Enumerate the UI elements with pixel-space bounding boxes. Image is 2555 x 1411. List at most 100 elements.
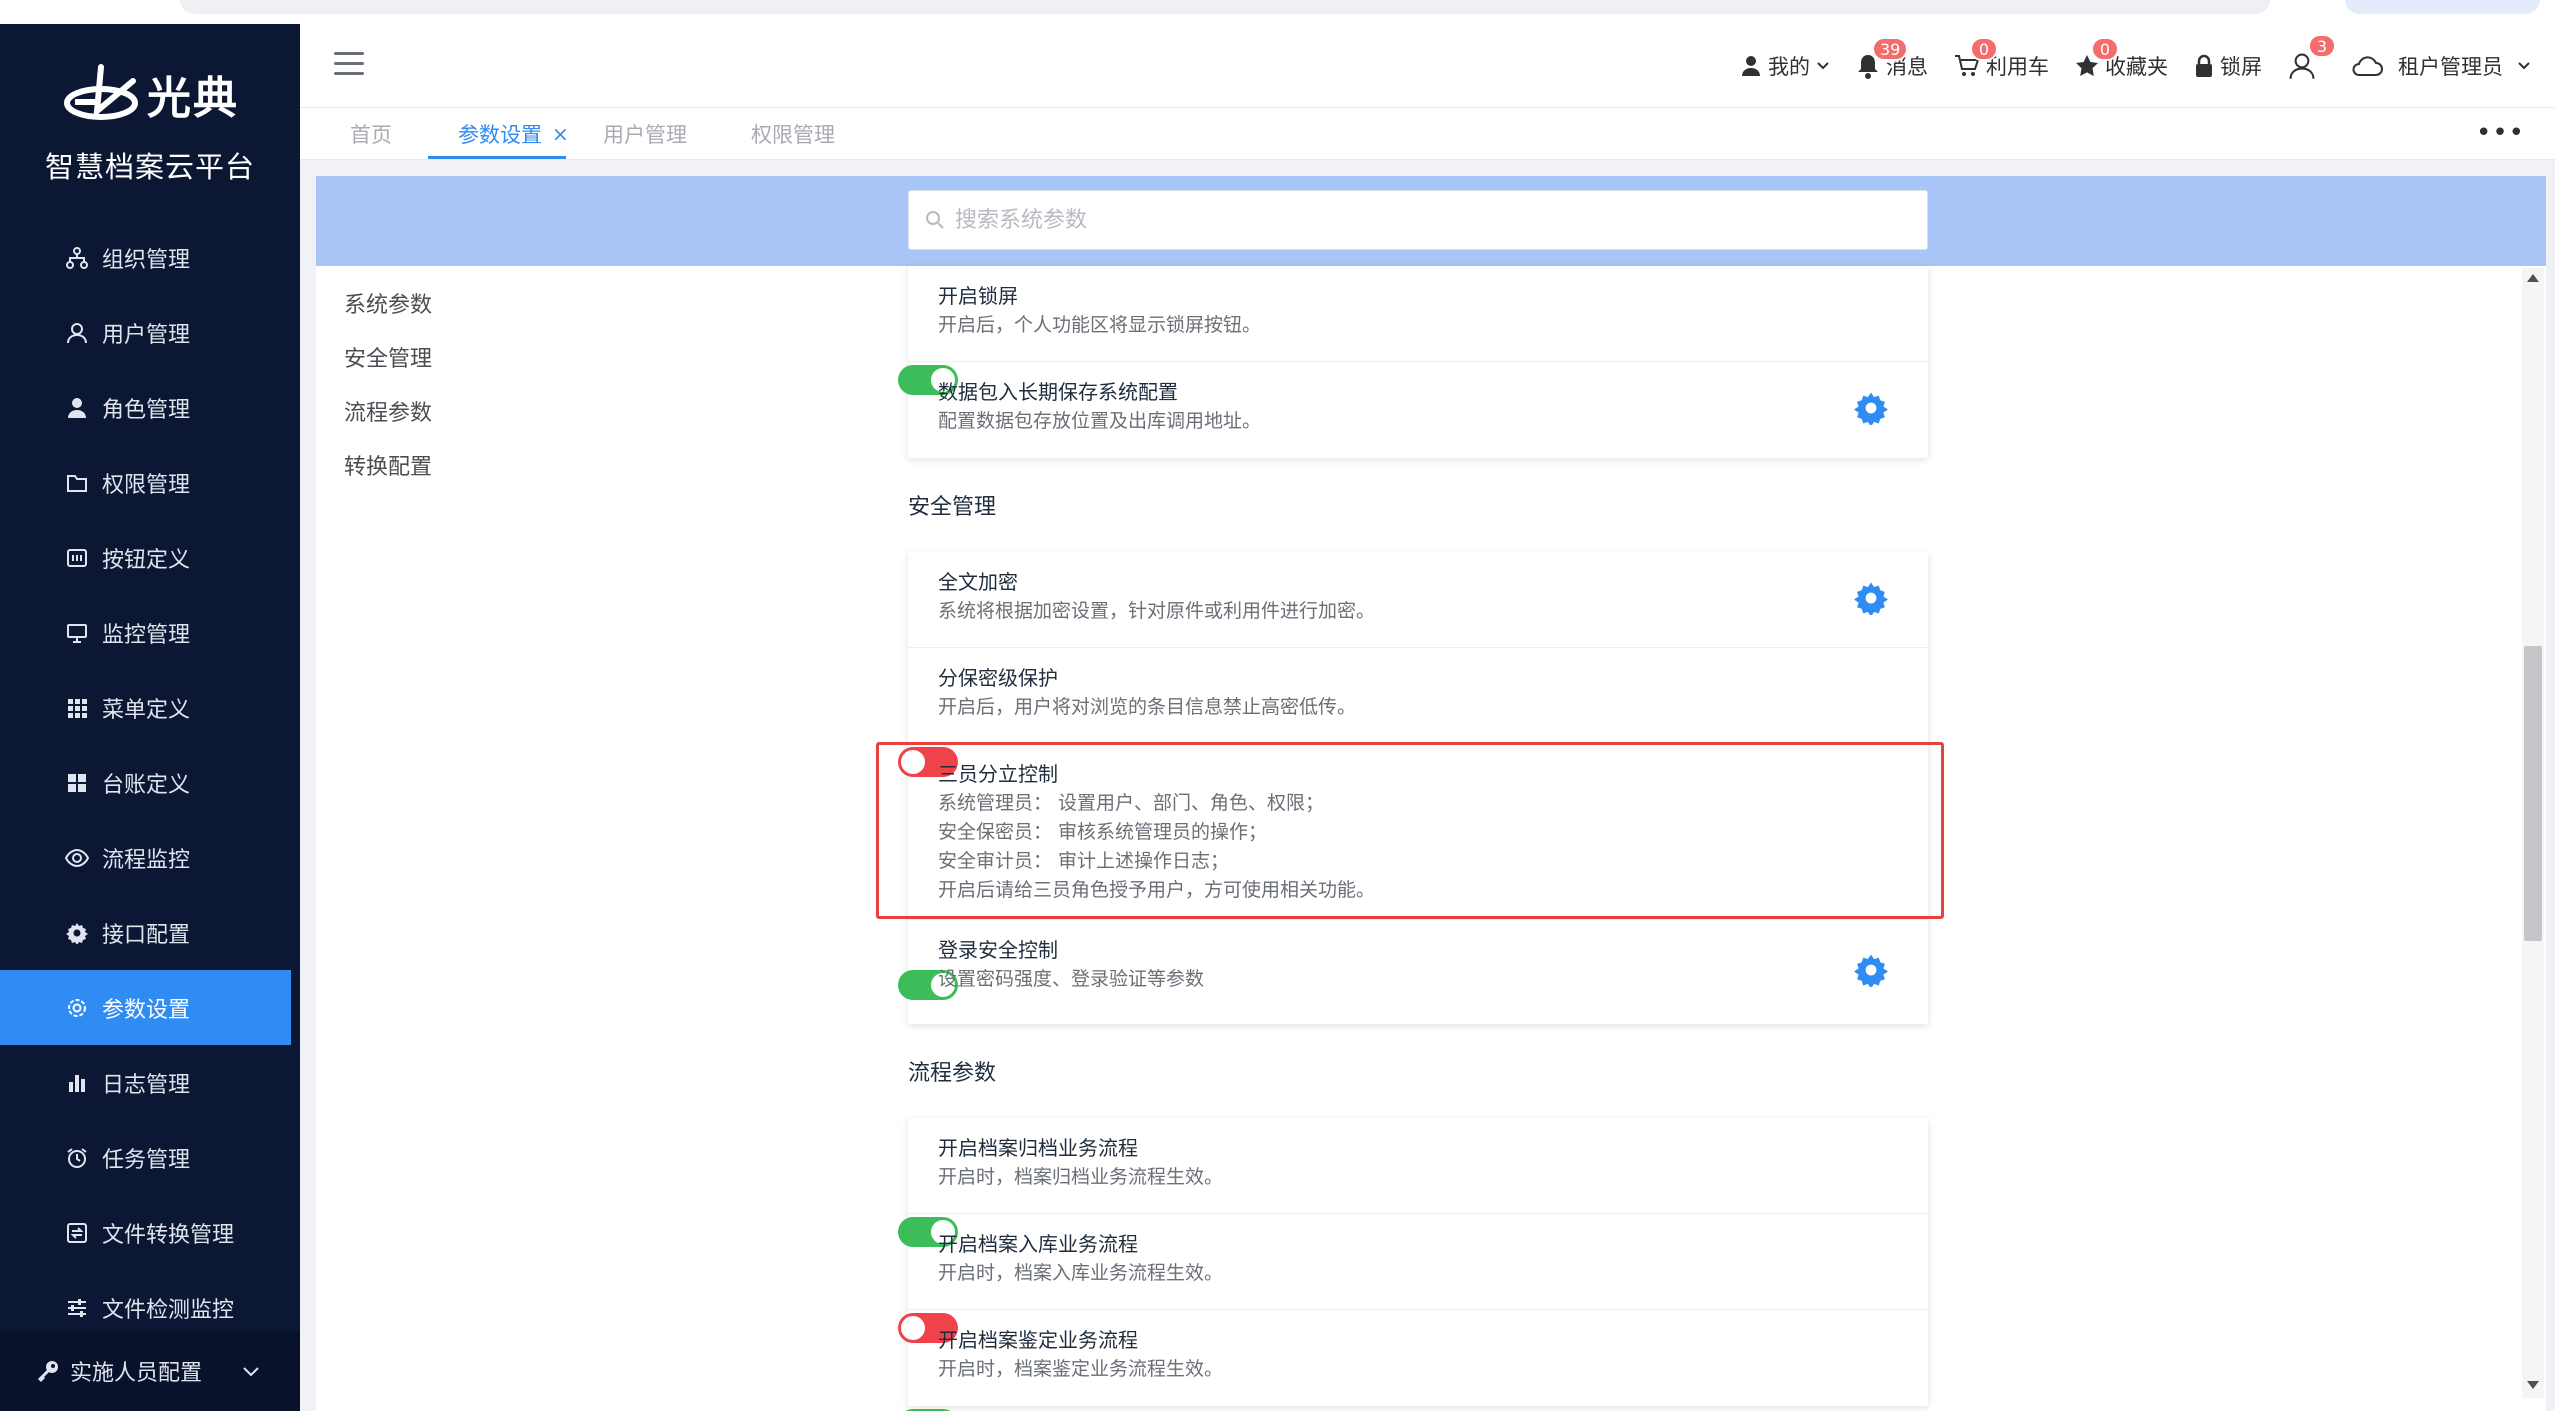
- tenant-dropdown[interactable]: 租户管理员: [2350, 51, 2531, 81]
- sidebar-item-label: 实施人员配置: [70, 1361, 203, 1386]
- brand: 光典 智慧档案云平台: [0, 24, 300, 224]
- button-icon: [64, 545, 90, 571]
- param-desc: 安全审计员： 审计上述操作日志；: [938, 850, 1230, 872]
- param-desc: 开启时，档案鉴定业务流程生效。: [938, 1358, 1224, 1380]
- tab-permissions[interactable]: 权限管理: [751, 108, 835, 160]
- sidebar-item-interface[interactable]: 接口配置: [0, 895, 300, 970]
- param-desc: 开启后，个人功能区将显示锁屏按钮。: [938, 314, 1262, 336]
- chevron-down-icon: [2518, 62, 2530, 70]
- favorites-badge: 0: [2091, 37, 2119, 61]
- search-input[interactable]: [955, 207, 1855, 233]
- sidebar: 光典 智慧档案云平台 组织管理 用户管理 角色管理 权限管理 按钮定义 监控管理…: [0, 24, 300, 1411]
- logo-mark-icon: [64, 64, 138, 120]
- param-archiving-workflow: 开启档案归档业务流程 开启时，档案归档业务流程生效。: [898, 1118, 1928, 1247]
- sidebar-item-file-convert[interactable]: 文件转换管理: [0, 1195, 300, 1270]
- mine-dropdown[interactable]: 我的: [1740, 51, 1830, 81]
- favorites-button[interactable]: 0 收藏夹: [2075, 37, 2168, 81]
- sidebar-item-label: 组织管理: [102, 247, 191, 273]
- security-card: 全文加密 系统将根据加密设置，针对原件或利用件进行加密。 分保密级保护 开启后，…: [898, 552, 1928, 1024]
- search-field[interactable]: [908, 190, 1928, 250]
- sidebar-item-implementer-config[interactable]: 实施人员配置: [0, 1331, 300, 1411]
- grid-icon: [64, 695, 90, 721]
- sidebar-item-monitor[interactable]: 监控管理: [0, 595, 300, 670]
- sidebar-item-params[interactable]: 参数设置: [0, 970, 291, 1045]
- app-root: 光典 智慧档案云平台 组织管理 用户管理 角色管理 权限管理 按钮定义 监控管理…: [0, 0, 2555, 1411]
- param-title: 开启档案入库业务流程: [938, 1232, 1138, 1256]
- sidebar-item-buttons[interactable]: 按钮定义: [0, 520, 300, 595]
- sidebar-item-label: 按钮定义: [102, 547, 191, 573]
- param-title: 开启档案鉴定业务流程: [938, 1328, 1138, 1352]
- sidebar-item-tasks[interactable]: 任务管理: [0, 1120, 300, 1195]
- chevron-down-icon: [1817, 62, 1829, 70]
- param-title: 开启档案归档业务流程: [938, 1136, 1138, 1160]
- monitor-icon: [64, 620, 90, 646]
- bar-chart-icon: [64, 1070, 90, 1096]
- lock-icon: [2196, 54, 2212, 77]
- sidebar-item-menus[interactable]: 菜单定义: [0, 670, 300, 745]
- more-icon[interactable]: •••: [2476, 118, 2525, 148]
- file-convert-icon: [64, 1220, 90, 1246]
- tab-users[interactable]: 用户管理: [603, 108, 687, 160]
- sidebar-item-label: 流程监控: [102, 847, 191, 873]
- user-center-button[interactable]: 3: [2288, 34, 2336, 80]
- messages-button[interactable]: 39 消息: [1856, 37, 1928, 81]
- browser-chrome-strip: [0, 0, 2555, 24]
- sidebar-item-label: 日志管理: [102, 1072, 191, 1098]
- search-icon: [926, 211, 944, 229]
- sidebar-item-users[interactable]: 用户管理: [0, 295, 300, 370]
- lock-screen-button[interactable]: 锁屏: [2194, 51, 2262, 81]
- param-title: 三员分立控制: [938, 762, 1058, 786]
- mine-label: 我的: [1768, 55, 1810, 79]
- user-center-badge: 3: [2308, 34, 2336, 58]
- category-conversion[interactable]: 转换配置: [344, 438, 432, 492]
- param-long-term-storage: 数据包入长期保存系统配置 配置数据包存放位置及出库调用地址。: [908, 362, 1928, 458]
- sidebar-item-ledger[interactable]: 台账定义: [0, 745, 300, 820]
- param-storage-workflow: 开启档案入库业务流程 开启时，档案入库业务流程生效。: [898, 1214, 1928, 1343]
- gear-icon[interactable]: [1854, 391, 1888, 429]
- category-security[interactable]: 安全管理: [344, 330, 432, 384]
- eye-icon: [64, 845, 90, 871]
- scroll-up-icon[interactable]: [2527, 274, 2539, 282]
- param-desc: 配置数据包存放位置及出库调用地址。: [938, 410, 1262, 432]
- menu-toggle-icon[interactable]: [334, 52, 364, 76]
- sidebar-item-label: 参数设置: [102, 997, 191, 1023]
- tab-params[interactable]: 参数设置 ×: [458, 108, 569, 160]
- scroll-down-icon[interactable]: [2527, 1381, 2539, 1389]
- param-title: 全文加密: [938, 570, 1018, 594]
- gear-icon[interactable]: [1854, 953, 1888, 991]
- workflow-card: 开启档案归档业务流程 开启时，档案归档业务流程生效。 开启档案入库业务流程 开启…: [898, 1118, 1928, 1411]
- sidebar-item-org[interactable]: 组织管理: [0, 220, 300, 295]
- gear-icon[interactable]: [1854, 581, 1888, 619]
- sidebar-item-label: 权限管理: [102, 472, 191, 498]
- usage-cart-button[interactable]: 0 利用车: [1954, 37, 2049, 81]
- sidebar-item-label: 文件转换管理: [102, 1222, 235, 1248]
- param-classified-protection: 分保密级保护 开启后，用户将对浏览的条目信息禁止高密低传。: [898, 648, 1928, 777]
- tenant-label: 租户管理员: [2398, 55, 2503, 79]
- tab-home[interactable]: 首页: [350, 108, 392, 160]
- alarm-clock-icon: [64, 1145, 90, 1171]
- sidebar-item-roles[interactable]: 角色管理: [0, 370, 300, 445]
- sidebar-item-label: 角色管理: [102, 397, 191, 423]
- param-desc: 开启后，用户将对浏览的条目信息禁止高密低传。: [938, 696, 1357, 718]
- section-title-security: 安全管理: [908, 495, 997, 520]
- close-icon[interactable]: ×: [552, 122, 569, 146]
- active-tab-indicator: [428, 156, 566, 159]
- sidebar-item-label: 文件检测监控: [102, 1297, 235, 1323]
- usage-cart-badge: 0: [1970, 37, 1998, 61]
- sidebar-item-workflow-monitor[interactable]: 流程监控: [0, 820, 300, 895]
- scrollbar-thumb[interactable]: [2524, 646, 2542, 941]
- category-workflow[interactable]: 流程参数: [344, 384, 432, 438]
- page-tabs: 首页 参数设置 × 用户管理 权限管理 •••: [300, 108, 2555, 160]
- tiles-icon: [64, 770, 90, 796]
- category-system[interactable]: 系统参数: [344, 276, 432, 330]
- sidebar-menu: 组织管理 用户管理 角色管理 权限管理 按钮定义 监控管理 菜单定义 台账定义 …: [0, 220, 300, 1345]
- sidebar-item-logs[interactable]: 日志管理: [0, 1045, 300, 1120]
- header-actions: 我的 39 消息 0 利用车 0 收藏夹 锁屏 3 租户管理员: [1740, 24, 2555, 108]
- cloud-icon: [2352, 56, 2383, 76]
- key-icon: [36, 1359, 60, 1383]
- param-list: 开启锁屏 开启后，个人功能区将显示锁屏按钮。 数据包入长期保存系统配置 配置数据…: [898, 266, 1928, 1411]
- sidebar-item-permissions[interactable]: 权限管理: [0, 445, 300, 520]
- param-fulltext-encrypt: 全文加密 系统将根据加密设置，针对原件或利用件进行加密。: [908, 552, 1928, 648]
- tab-label: 用户管理: [603, 123, 687, 147]
- top-header: 我的 39 消息 0 利用车 0 收藏夹 锁屏 3 租户管理员: [300, 24, 2555, 108]
